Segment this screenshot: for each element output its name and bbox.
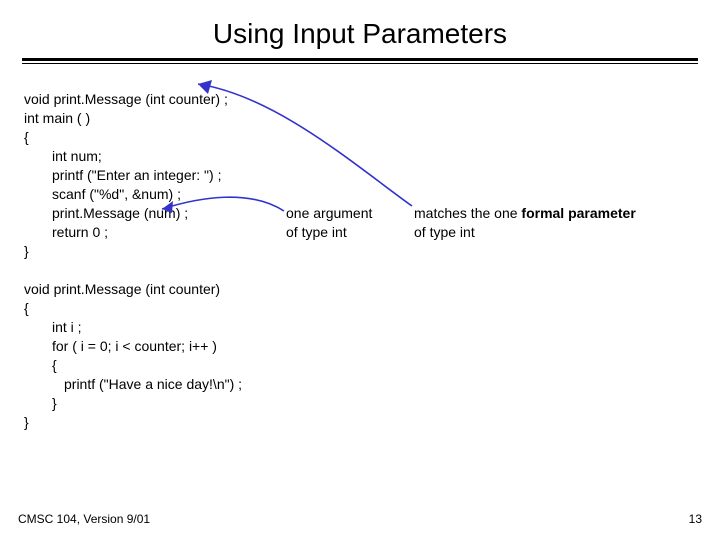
annotation-line: of type int (414, 223, 636, 242)
code-line: printf ("Have a nice day!\n") ; (24, 375, 696, 394)
annotation-line: matches the one formal parameter (414, 204, 636, 223)
code-line: } (24, 394, 696, 413)
slide: Using Input Parameters void print.Messag… (0, 0, 720, 540)
code-line: int num; (24, 147, 696, 166)
code-line: for ( i = 0; i < counter; i++ ) (24, 337, 696, 356)
code-line: } (24, 242, 696, 261)
footer-course: CMSC 104, Version 9/01 (18, 512, 150, 526)
annotation-one-argument: one argument of type int (286, 204, 372, 242)
code-line: void print.Message (int counter) (24, 280, 696, 299)
code-line: { (24, 128, 696, 147)
code-line: int main ( ) (24, 109, 696, 128)
code-line: printf ("Enter an integer: ") ; (24, 166, 696, 185)
slide-number: 13 (689, 512, 702, 526)
code-line: int i ; (24, 318, 696, 337)
annotation-line: of type int (286, 223, 372, 242)
content-area: void print.Message (int counter) ; int m… (0, 64, 720, 432)
code-line: void print.Message (int counter) ; (24, 90, 696, 109)
slide-title: Using Input Parameters (0, 0, 720, 58)
code-line: scanf ("%d", &num) ; (24, 185, 696, 204)
code-line: { (24, 299, 696, 318)
annotation-formal-parameter: matches the one formal parameter of type… (414, 204, 636, 242)
code-line: { (24, 356, 696, 375)
code-line: } (24, 413, 696, 432)
annotation-line: one argument (286, 204, 372, 223)
